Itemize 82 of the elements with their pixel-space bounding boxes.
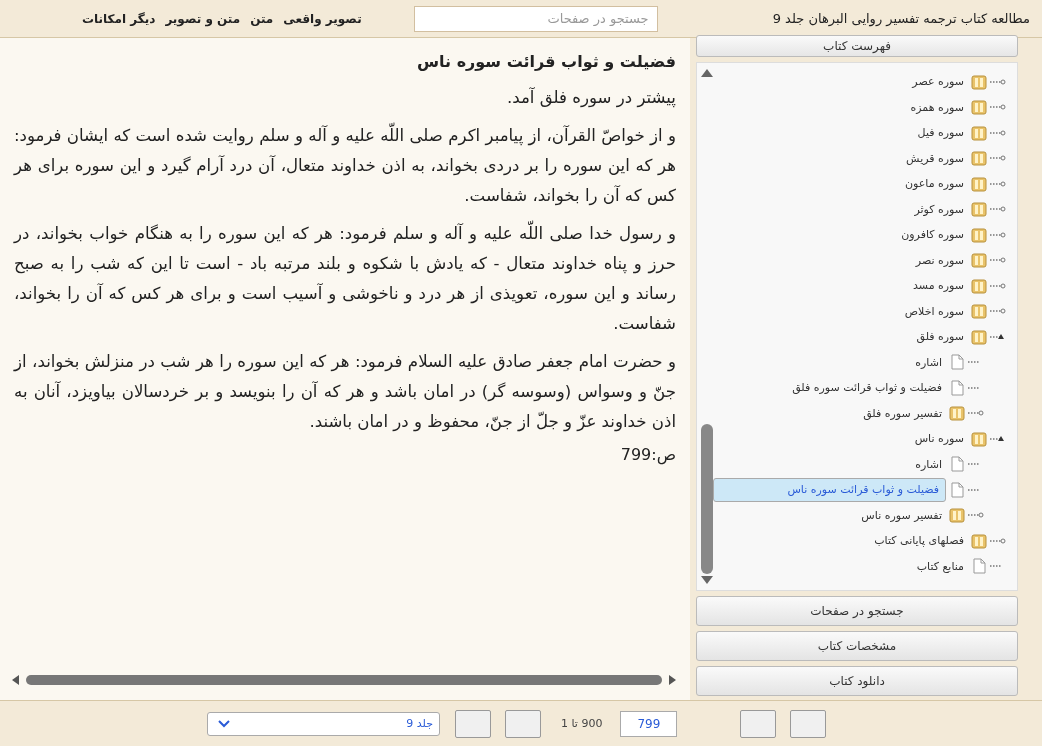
page-icon bbox=[949, 481, 965, 498]
sidebar-button[interactable]: دانلود کتاب bbox=[696, 666, 1018, 696]
toc-item[interactable]: اشاره bbox=[911, 352, 946, 372]
toc-item[interactable]: سوره ناس bbox=[910, 429, 968, 449]
scroll-up-icon[interactable] bbox=[701, 69, 713, 77]
page-input[interactable]: 799 bbox=[620, 710, 678, 737]
toc-item[interactable]: تفسیر سوره فلق bbox=[859, 403, 946, 423]
tree-connector-icon bbox=[990, 153, 1006, 164]
paragraph: و رسول خدا صلی اللّه علیه و آله و سلم فرمود: هر که این سوره را به هنگام خواب بخواند، در حرز و پناه خداوند متعال - که یادش با شکوه و بلند مرتبه باد - است تا این که شب را به صبح رساند و این سوره، تعویذی از هر درد و ناخوشی و آسیب است و برای هر کس که آن را بخواند، شفاست. bbox=[14, 219, 676, 339]
book-icon bbox=[949, 405, 965, 422]
toc-item[interactable]: سوره فلق bbox=[912, 327, 968, 347]
toc-item[interactable]: سوره نصر bbox=[911, 250, 968, 270]
horizontal-scrollbar[interactable] bbox=[12, 672, 676, 688]
nav-button[interactable] bbox=[740, 709, 777, 738]
tree-connector-icon bbox=[990, 102, 1006, 113]
tree-connector-icon bbox=[990, 280, 1006, 291]
book-icon bbox=[971, 430, 987, 447]
toc-item[interactable]: سوره مسد bbox=[909, 276, 968, 296]
tree-connector-icon bbox=[968, 408, 984, 419]
toc-item[interactable]: سوره فیل bbox=[913, 123, 968, 143]
book-icon bbox=[971, 226, 987, 243]
nav-button[interactable] bbox=[505, 709, 541, 738]
toc-item[interactable]: تفسیر سوره ناس bbox=[857, 505, 946, 525]
toc-item[interactable]: سوره اخلاص bbox=[900, 301, 968, 321]
book-icon bbox=[971, 303, 987, 320]
tree-connector-icon bbox=[990, 229, 1006, 240]
book-icon bbox=[971, 201, 987, 218]
tree-connector-icon bbox=[990, 204, 1006, 215]
paragraph: و از خواصّ القرآن، از پیامبر اکرم صلی اللّه علیه و آله و سلم روایت شده است که ایشان فرمود: هر که این سوره را بر دردی بخواند، به اذن خداوند متعال، آن درد آرام گیرد و این سوره برای هر کس که آن را بخواند، شفاست. bbox=[14, 121, 676, 211]
tree-connector-icon bbox=[968, 510, 984, 521]
book-icon bbox=[971, 73, 987, 90]
toc-item[interactable]: اشاره bbox=[911, 454, 946, 474]
toc-item[interactable]: فصلهای پایانی کتاب bbox=[870, 531, 968, 551]
menu-link[interactable]: متن bbox=[250, 11, 274, 26]
book-icon bbox=[971, 532, 987, 549]
tree-connector-icon bbox=[990, 306, 1006, 317]
tree-connector-icon bbox=[990, 127, 1006, 138]
book-icon bbox=[971, 99, 987, 116]
toc-item[interactable]: سوره عصر bbox=[908, 72, 968, 92]
toc-item[interactable]: سوره همزه bbox=[906, 97, 968, 117]
sidebar-button[interactable]: مشخصات کتاب bbox=[696, 631, 1018, 661]
paragraph: پیشتر در سوره فلق آمد. bbox=[505, 86, 676, 110]
toc-item[interactable]: سوره کوثر bbox=[910, 199, 968, 219]
book-title: مطالعه کتاب ترجمه تفسیر روایی البرهان جلد 9 bbox=[772, 11, 1030, 26]
toc-item[interactable]: فضیلت و ثواب قرائت سوره فلق bbox=[788, 378, 946, 398]
book-icon bbox=[971, 328, 987, 345]
toc-item[interactable]: فضیلت و ثواب قرائت سوره ناس bbox=[713, 477, 946, 502]
nav-button[interactable] bbox=[790, 709, 827, 738]
toc-item[interactable]: سوره ماعون bbox=[900, 174, 968, 194]
page-range: 900 تا 1 bbox=[561, 717, 603, 730]
toc-item[interactable]: منابع کتاب bbox=[912, 556, 968, 576]
page-icon bbox=[971, 558, 987, 575]
book-icon bbox=[949, 507, 965, 524]
page-number: ص:799 bbox=[619, 445, 676, 464]
toc-item[interactable]: سوره کافرون bbox=[897, 225, 968, 245]
scroll-right-icon[interactable] bbox=[668, 675, 676, 685]
volume-select[interactable]: جلد 9 bbox=[207, 711, 440, 736]
book-icon bbox=[971, 252, 987, 269]
book-icon bbox=[971, 150, 987, 167]
toc-item[interactable]: سوره قریش bbox=[902, 148, 968, 168]
tree-connector-icon bbox=[990, 76, 1006, 87]
page-icon bbox=[949, 456, 965, 473]
scroll-left-icon[interactable] bbox=[12, 675, 20, 685]
book-icon bbox=[971, 175, 987, 192]
menu-link[interactable]: دیگر امکانات bbox=[82, 11, 156, 26]
tree-connector-icon bbox=[990, 255, 1006, 266]
toc-header[interactable]: فهرست کتاب bbox=[696, 35, 1018, 57]
book-icon bbox=[971, 277, 987, 294]
book-icon bbox=[971, 124, 987, 141]
sidebar-button[interactable]: جستجو در صفحات bbox=[696, 596, 1018, 626]
scroll-down-icon[interactable] bbox=[701, 576, 713, 584]
paragraph: و حضرت امام جعفر صادق علیه السلام فرمود: هر که این سوره را هر شب در منزلش بخواند، از جنّ و وسواس (وسوسه گر) در امان باشد و هر که آن را بنویسد و بر خردسالان بیاویزد، آنان به اذن خداوند عزّ و جلّ از جنّ، محفوظ و در امان باشند. bbox=[14, 351, 676, 434]
chevron-down-icon bbox=[218, 719, 230, 728]
tree-connector-icon bbox=[990, 535, 1006, 546]
menu-link[interactable]: متن و تصویر bbox=[165, 11, 241, 26]
nav-button[interactable] bbox=[455, 709, 491, 738]
menu-link[interactable]: تصویر واقعی bbox=[283, 11, 362, 26]
page-icon bbox=[949, 379, 965, 396]
search-field[interactable]: جستجو در صفحات bbox=[413, 5, 658, 32]
tree-connector-icon bbox=[990, 178, 1006, 189]
page-icon bbox=[949, 354, 965, 371]
section-heading: فضیلت و ثواب قرائت سوره ناس bbox=[416, 52, 676, 71]
